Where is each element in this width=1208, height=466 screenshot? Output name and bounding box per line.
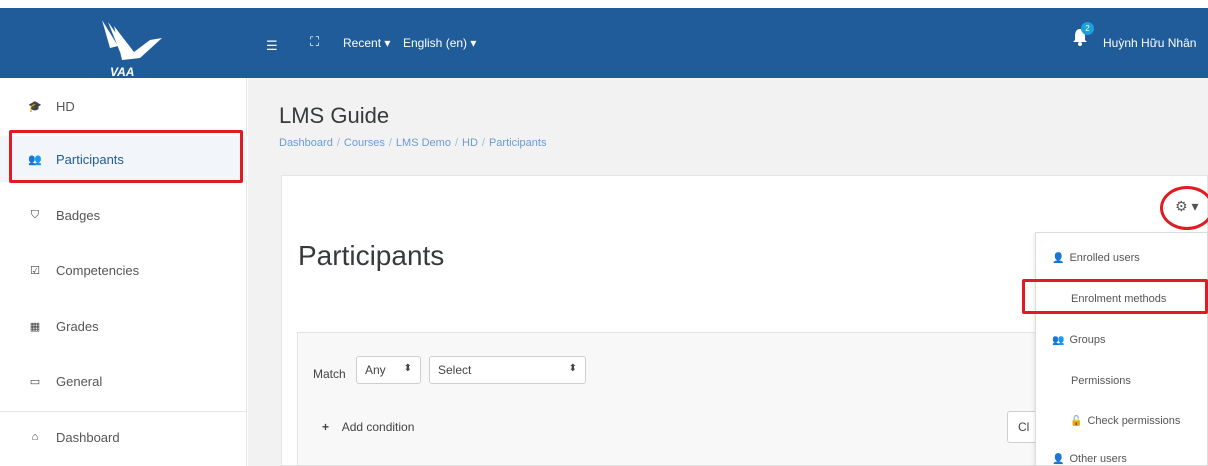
sidebar-item-hd[interactable]: 🎓 HD (0, 83, 247, 129)
match-select-value: Any (365, 363, 386, 377)
user-menu[interactable]: Huỳnh Hữu Nhân (1103, 36, 1196, 50)
sidebar-item-competencies[interactable]: ☑ Competencies (0, 247, 247, 293)
users-icon: 👥 (1052, 335, 1065, 346)
sidebar-item-label: HD (56, 98, 75, 114)
sidebar-item-grades[interactable]: ▦ Grades (0, 303, 247, 349)
sidebar-divider (0, 411, 247, 412)
top-navbar: VAA (0, 8, 1208, 78)
dropdown-item-other-users[interactable]: 👤 Other users (1052, 453, 1127, 465)
breadcrumb-item-courses[interactable]: Courses (344, 137, 385, 149)
breadcrumb-item-hd[interactable]: HD (462, 137, 478, 149)
highlight-box-enrolment-methods (1022, 279, 1208, 314)
shield-icon: ⛉ (30, 208, 40, 221)
sidebar-item-label: General (56, 373, 103, 389)
add-condition-button[interactable]: + Add condition (322, 420, 414, 434)
page-title: LMS Guide (279, 103, 390, 128)
dropdown-item-label: Enrolled users (1069, 252, 1140, 264)
dropdown-item-label: Other users (1069, 453, 1127, 465)
unlock-icon: 🔓 (1070, 416, 1083, 427)
user-plus-icon: 👤 (1052, 253, 1065, 264)
sidebar-item-label: Grades (56, 318, 99, 334)
notification-badge: 2 (1081, 22, 1094, 35)
sidebar-item-label: Dashboard (56, 429, 120, 445)
select-arrow-icon: ⬍ (403, 363, 412, 374)
dropdown-item-enrolled-users[interactable]: 👤 Enrolled users (1052, 252, 1140, 264)
sidebar-item-label: Badges (56, 207, 101, 223)
graduation-cap-icon: 🎓 (28, 100, 42, 113)
plus-icon: + (322, 420, 330, 434)
sidebar-item-dashboard[interactable]: ⌂ Dashboard (0, 414, 247, 460)
language-menu[interactable]: English (en) ▾ (403, 36, 476, 50)
home-icon: ⌂ (31, 431, 39, 443)
dropdown-item-check-permissions[interactable]: 🔓 Check permissions (1070, 415, 1180, 427)
folder-icon: ▭ (29, 375, 41, 388)
match-label: Match (313, 367, 346, 381)
sidebar-item-badges[interactable]: ⛉ Badges (0, 192, 247, 238)
dropdown-item-groups[interactable]: 👥 Groups (1052, 334, 1106, 346)
filter-type-select-value: Select (438, 363, 472, 377)
highlight-circle-gear (1160, 186, 1208, 230)
match-select[interactable]: Any ⬍ (356, 356, 421, 384)
vaa-logo[interactable]: VAA (88, 18, 168, 78)
highlight-box-participants (9, 130, 243, 183)
breadcrumb-item-dashboard[interactable]: Dashboard (279, 137, 333, 149)
course-admin-dropdown (1035, 232, 1208, 466)
filter-panel (297, 332, 1057, 466)
breadcrumb: Dashboard / Courses / LMS Demo / HD / Participan… (279, 137, 547, 149)
dropdown-item-permissions[interactable]: Permissions (1071, 375, 1131, 387)
sidebar-item-label: Competencies (56, 262, 140, 278)
add-condition-label: Add condition (341, 420, 415, 434)
dropdown-item-label: Permissions (1071, 375, 1131, 387)
breadcrumb-item-participants[interactable]: Participants (489, 137, 546, 149)
breadcrumb-item-lms-demo[interactable]: LMS Demo (396, 137, 451, 149)
user-plus-icon: 👤 (1052, 454, 1065, 465)
table-icon: ▦ (29, 320, 41, 333)
recent-menu[interactable]: Recent ▾ (343, 36, 390, 50)
hamburger-icon[interactable]: ☰ (266, 38, 278, 54)
fullscreen-icon[interactable]: ⛶ (310, 34, 319, 50)
sidebar-item-general[interactable]: ▭ General (0, 358, 247, 404)
participants-heading: Participants (298, 240, 445, 271)
svg-text:VAA: VAA (110, 65, 134, 78)
select-arrow-icon: ⬍ (568, 363, 577, 374)
filter-type-select[interactable]: Select ⬍ (429, 356, 586, 384)
dropdown-item-label: Check permissions (1087, 415, 1181, 427)
check-square-icon: ☑ (30, 264, 40, 277)
dropdown-item-label: Groups (1069, 334, 1106, 346)
